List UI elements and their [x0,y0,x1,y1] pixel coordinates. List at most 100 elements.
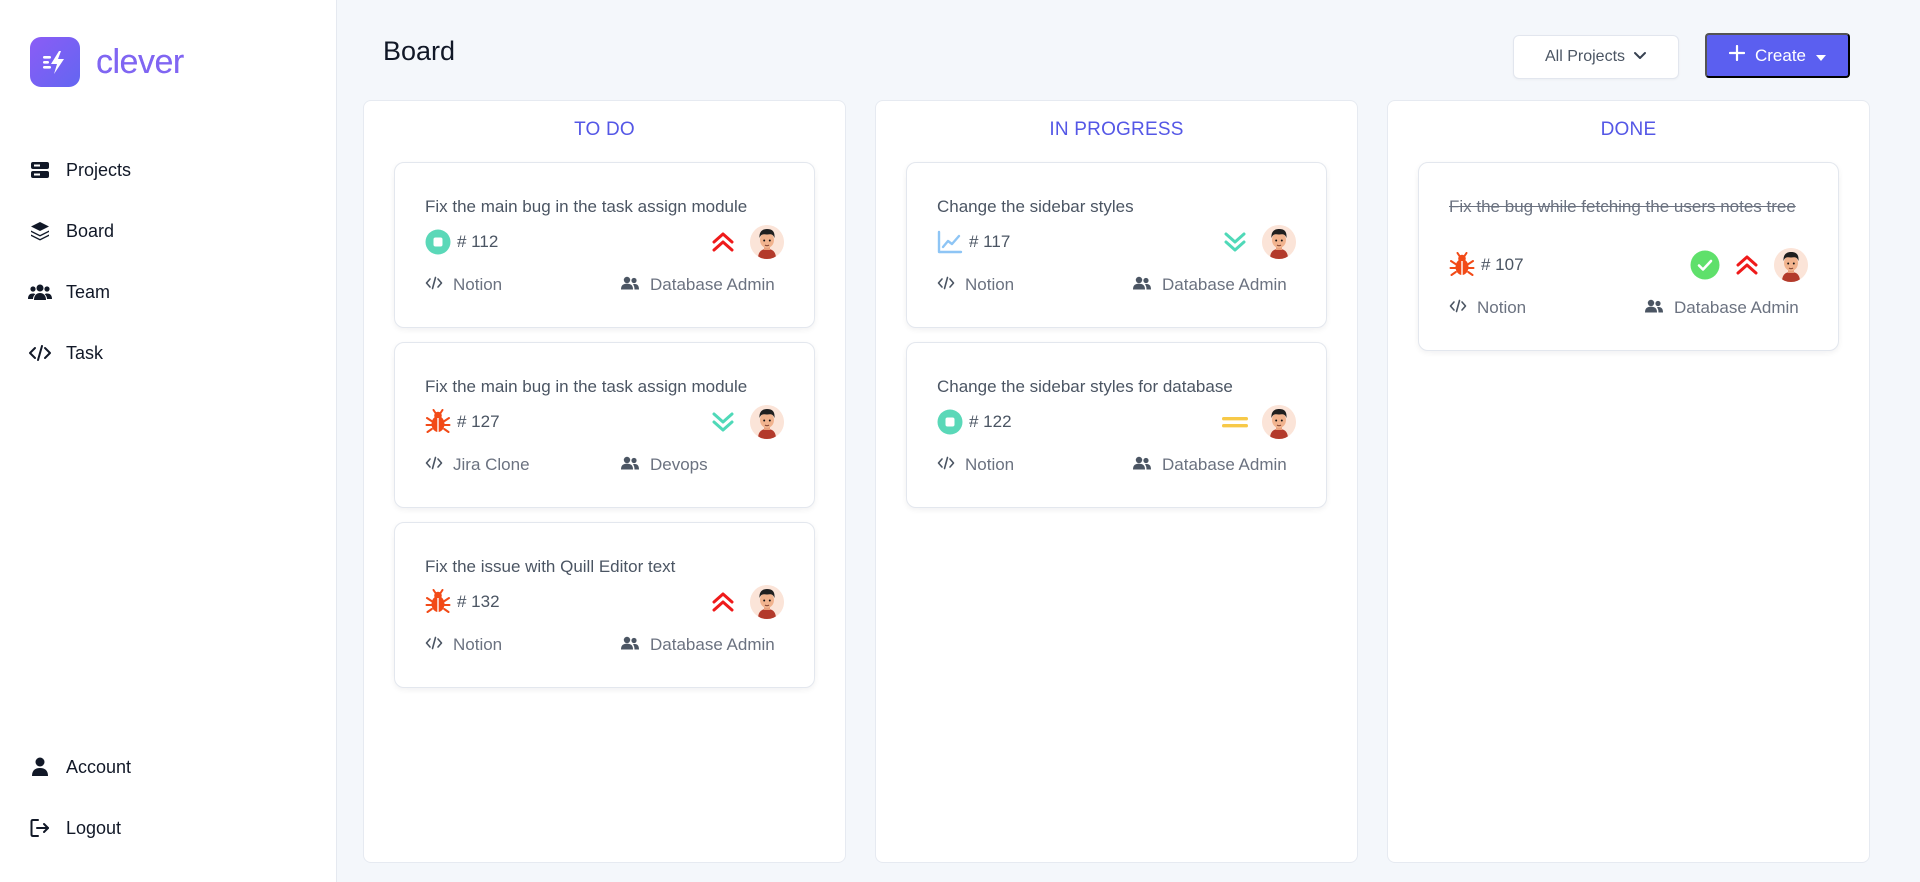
app-name: clever [96,42,184,81]
task-number: # 107 [1481,255,1524,274]
create-label: Create [1754,45,1807,65]
task-title: Fix the bug while fetching the users not… [1449,197,1796,216]
task-project: Notion [937,275,1014,295]
avatar[interactable] [1262,225,1296,259]
task-card[interactable]: Change the sidebar styles # 117 Notion D… [906,162,1327,328]
project-label: Notion [965,275,1015,294]
task-meta: # 107 [1449,248,1808,282]
priority-high-icon [1732,250,1762,280]
project-label: Notion [1477,298,1527,317]
create-button[interactable]: Create [1705,33,1850,78]
column-in-progress: IN PROGRESS Change the sidebar styles # … [875,100,1358,863]
task-card[interactable]: Change the sidebar styles for database #… [906,342,1327,508]
chevron-down-icon [1633,48,1647,66]
sidebar-item-projects[interactable]: Projects [28,155,131,185]
priority-high-icon [708,227,738,257]
priority-high-icon [708,587,738,617]
task-team: Database Admin [1132,455,1287,475]
sidebar-item-logout[interactable]: Logout [28,813,121,843]
logout-icon [28,816,52,840]
bug-icon [425,589,451,615]
all-projects-dropdown[interactable]: All Projects [1513,35,1679,79]
project-label: Notion [453,275,503,294]
task-meta: # 132 [425,585,784,619]
task-card[interactable]: Fix the main bug in the task assign modu… [394,342,815,508]
plus-icon [1728,44,1746,66]
task-footer: Notion Database Admin [1449,296,1804,320]
task-team: Database Admin [1644,298,1799,318]
task-title: Change the sidebar styles [937,197,1134,216]
task-number: # 132 [457,592,500,611]
sidebar-item-task[interactable]: Task [28,338,103,368]
all-projects-label: All Projects [1544,48,1626,65]
sidebar-item-account[interactable]: Account [28,752,131,782]
task-footer: Notion Database Admin [425,273,780,297]
code-icon [937,455,955,475]
sidebar-item-board[interactable]: Board [28,216,114,246]
code-icon [425,455,443,475]
priority-low-icon [1220,227,1250,257]
task-project: Notion [937,455,1014,475]
sidebar-item-label: Team [66,281,111,302]
check-circle-icon [1690,250,1720,280]
task-team: Devops [620,455,708,475]
task-meta: # 117 [937,225,1296,259]
task-project: Notion [1449,298,1526,318]
column-title: DONE [1600,119,1657,140]
team-label: Devops [650,455,708,474]
team-label: Database Admin [1162,455,1287,474]
task-title: Change the sidebar styles for database [937,377,1233,396]
bug-icon [425,409,451,435]
users-icon [620,275,640,295]
project-label: Notion [965,455,1015,474]
logo[interactable]: clever [30,37,184,87]
column-title: TO DO [574,119,635,140]
task-card[interactable]: Fix the bug while fetching the users not… [1418,162,1839,351]
avatar[interactable] [750,225,784,259]
task-footer: Notion Database Admin [937,453,1292,477]
task-title: Fix the issue with Quill Editor text [425,557,676,576]
sidebar-item-label: Projects [66,159,132,180]
avatar[interactable] [1774,248,1808,282]
layers-icon [28,219,52,243]
task-meta: # 112 [425,225,784,259]
users-icon [1132,455,1152,475]
sidebar-item-label: Board [66,220,115,241]
code-icon [1449,298,1467,318]
users-icon [28,280,52,304]
task-number: # 112 [457,232,499,251]
projects-icon [28,158,52,182]
caret-down-icon [1816,46,1827,66]
task-project: Notion [425,635,502,655]
sidebar: clever Projects Board Team Task Account … [0,0,337,882]
task-number: # 127 [457,412,500,431]
project-label: Notion [453,635,503,654]
team-label: Database Admin [1674,298,1799,317]
avatar[interactable] [750,405,784,439]
user-icon [28,755,52,779]
users-icon [1644,298,1664,318]
task-team: Database Admin [1132,275,1287,295]
avatar[interactable] [1262,405,1296,439]
task-number: # 122 [969,412,1012,431]
task-card[interactable]: Fix the main bug in the task assign modu… [394,162,815,328]
story-icon [425,229,451,255]
users-icon [1132,275,1152,295]
task-footer: Notion Database Admin [425,633,780,657]
users-icon [620,455,640,475]
chart-line-icon [937,229,963,255]
priority-medium-icon [1220,407,1250,437]
bug-icon [1449,252,1475,278]
task-footer: Jira Clone Devops [425,453,780,477]
page-title: Board [383,36,456,66]
task-project: Jira Clone [425,455,530,475]
priority-low-icon [708,407,738,437]
sidebar-item-label: Logout [66,817,122,838]
sidebar-item-team[interactable]: Team [28,277,110,307]
sidebar-item-label: Account [66,756,132,777]
code-icon [425,275,443,295]
task-card[interactable]: Fix the issue with Quill Editor text # 1… [394,522,815,688]
avatar[interactable] [750,585,784,619]
task-number: # 117 [969,232,1011,251]
task-project: Notion [425,275,502,295]
